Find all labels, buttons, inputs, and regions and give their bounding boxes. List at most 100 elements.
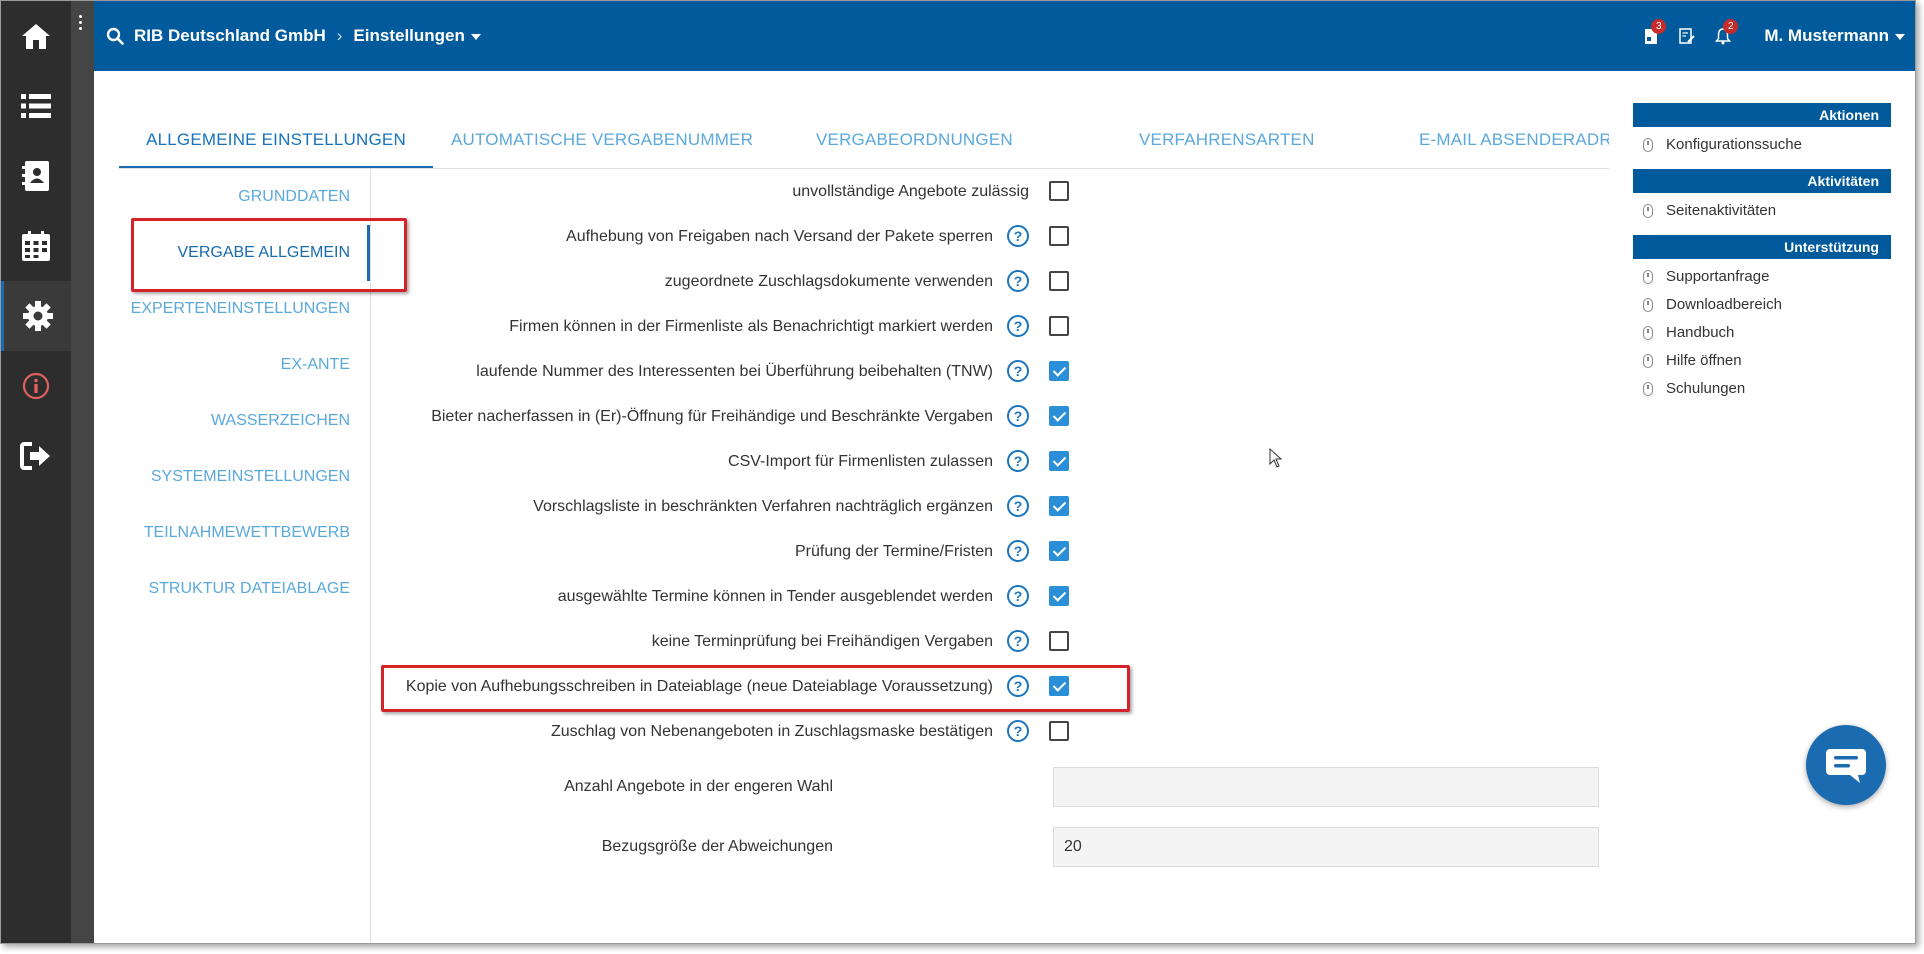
help-icon[interactable]: ? bbox=[1007, 630, 1029, 652]
help-icon[interactable]: ? bbox=[1007, 720, 1029, 742]
settings-submenu: GRUNDDATEN VERGABE ALLGEMEIN EXPERTENEINST… bbox=[118, 169, 371, 943]
submenu-item-7[interactable]: STRUKTUR DATEIABLAGE bbox=[118, 561, 370, 617]
nav-contacts-button[interactable] bbox=[1, 141, 71, 211]
sidebar-toggle[interactable] bbox=[71, 1, 94, 943]
tab-4[interactable]: E-MAIL ABSENDERADRES bbox=[1419, 119, 1609, 168]
setting-label: CSV-Import für Firmenlisten zulassen bbox=[728, 453, 993, 470]
home-icon bbox=[21, 22, 51, 50]
nav-logout-button[interactable] bbox=[1, 421, 71, 491]
setting-input[interactable] bbox=[1053, 827, 1599, 867]
panel-heading: Aktionen bbox=[1633, 103, 1891, 127]
right-panel: Aktionen Konfigurationssuche Aktivitäten Se… bbox=[1633, 103, 1891, 403]
setting-label: Bieter nacherfassen in (Er)-Öffnung für … bbox=[431, 408, 993, 425]
notifications-button[interactable]: 2 bbox=[1708, 19, 1739, 51]
tasks-badge: 3 bbox=[1651, 19, 1667, 34]
panel-link-label: Hilfe öffnen bbox=[1666, 352, 1742, 369]
panel-link[interactable]: Downloadbereich bbox=[1633, 291, 1891, 319]
user-menu[interactable]: M. Mustermann bbox=[1764, 26, 1905, 46]
panel-link-label: Downloadbereich bbox=[1666, 296, 1782, 313]
help-icon[interactable]: ? bbox=[1007, 585, 1029, 607]
info-icon bbox=[22, 372, 50, 400]
setting-checkbox[interactable] bbox=[1049, 361, 1069, 381]
panel-link[interactable]: Konfigurationssuche bbox=[1633, 131, 1891, 159]
setting-checkbox[interactable] bbox=[1049, 631, 1069, 651]
setting-label: ausgewählte Termine können in Tender aus… bbox=[557, 588, 993, 605]
panel-link[interactable]: Schulungen bbox=[1633, 375, 1891, 403]
panel-link-label: Supportanfrage bbox=[1666, 268, 1770, 285]
setting-row: Prüfung der Termine/Fristen? bbox=[381, 529, 1141, 574]
panel-link[interactable]: Handbuch bbox=[1633, 319, 1891, 347]
setting-checkbox[interactable] bbox=[1049, 451, 1069, 471]
tab-2[interactable]: VERGABEORDNUNGEN bbox=[816, 119, 1013, 168]
setting-label: Zuschlag von Nebenangeboten in Zuschlags… bbox=[550, 723, 993, 740]
nav-info-button[interactable] bbox=[1, 351, 71, 421]
setting-checkbox[interactable] bbox=[1049, 316, 1069, 336]
edit-document-icon bbox=[1679, 28, 1696, 44]
submenu-item-2[interactable]: EXPERTENEINSTELLUNGEN bbox=[118, 281, 370, 337]
notes-button[interactable] bbox=[1672, 21, 1702, 51]
chat-button[interactable] bbox=[1806, 725, 1886, 805]
setting-row: Firmen können in der Firmenliste als Ben… bbox=[381, 304, 1141, 349]
help-icon[interactable]: ? bbox=[1007, 450, 1029, 472]
panel-heading: Unterstützung bbox=[1633, 235, 1891, 259]
mouse-icon bbox=[1643, 270, 1653, 284]
setting-checkbox[interactable] bbox=[1049, 271, 1069, 291]
top-bar: RIB Deutschland GmbH › Einstellungen 3 2… bbox=[94, 1, 1915, 71]
contacts-icon bbox=[22, 160, 50, 192]
panel-link[interactable]: Supportanfrage bbox=[1633, 263, 1891, 291]
help-icon[interactable]: ? bbox=[1007, 270, 1029, 292]
panel-link-label: Konfigurationssuche bbox=[1666, 136, 1802, 153]
panel-link[interactable]: Seitenaktivitäten bbox=[1633, 197, 1891, 225]
tab-1[interactable]: AUTOMATISCHE VERGABENUMMER bbox=[451, 119, 753, 168]
panel-link-label: Schulungen bbox=[1666, 380, 1746, 397]
tab-3[interactable]: VERFAHRENSARTEN bbox=[1139, 119, 1315, 168]
setting-input[interactable] bbox=[1053, 767, 1599, 807]
help-icon[interactable]: ? bbox=[1007, 495, 1029, 517]
help-icon[interactable]: ? bbox=[1007, 360, 1029, 382]
submenu-item-0[interactable]: GRUNDDATEN bbox=[118, 169, 370, 225]
submenu-item-3[interactable]: EX-ANTE bbox=[118, 337, 370, 393]
nav-home-button[interactable] bbox=[1, 1, 71, 71]
mouse-cursor-icon bbox=[1269, 447, 1283, 473]
help-icon[interactable]: ? bbox=[1007, 315, 1029, 337]
setting-checkbox[interactable] bbox=[1049, 586, 1069, 606]
setting-checkbox[interactable] bbox=[1049, 541, 1069, 561]
breadcrumb-company[interactable]: RIB Deutschland GmbH bbox=[134, 26, 326, 46]
help-icon[interactable]: ? bbox=[1007, 405, 1029, 427]
mouse-icon bbox=[1643, 138, 1653, 152]
setting-row: zugeordnete Zuschlagsdokumente verwenden… bbox=[381, 259, 1141, 304]
help-icon[interactable]: ? bbox=[1007, 225, 1029, 247]
panel-heading: Aktivitäten bbox=[1633, 169, 1891, 193]
help-icon[interactable]: ? bbox=[1007, 675, 1029, 697]
nav-list-button[interactable] bbox=[1, 71, 71, 141]
breadcrumb-section[interactable]: Einstellungen bbox=[353, 26, 481, 46]
input-label: Anzahl Angebote in der engeren Wahl bbox=[564, 778, 833, 795]
setting-label: unvollständige Angebote zulässig bbox=[792, 183, 1029, 200]
tasks-button[interactable]: 3 bbox=[1636, 19, 1667, 51]
calendar-icon bbox=[22, 231, 50, 261]
input-row: Anzahl Angebote in der engeren Wahl bbox=[381, 765, 1601, 809]
panel-link[interactable]: Hilfe öffnen bbox=[1633, 347, 1891, 375]
notifications-badge: 2 bbox=[1723, 19, 1739, 34]
tab-0[interactable]: ALLGEMEINE EINSTELLUNGEN bbox=[119, 119, 433, 168]
logout-icon bbox=[20, 442, 52, 470]
setting-checkbox[interactable] bbox=[1049, 226, 1069, 246]
nav-gear-button[interactable] bbox=[1, 281, 71, 351]
breadcrumb: RIB Deutschland GmbH › Einstellungen bbox=[106, 1, 481, 71]
setting-row: ausgewählte Termine können in Tender aus… bbox=[381, 574, 1141, 619]
submenu-item-5[interactable]: SYSTEMEINSTELLUNGEN bbox=[118, 449, 370, 505]
submenu-item-1[interactable]: VERGABE ALLGEMEIN bbox=[118, 225, 370, 281]
help-icon[interactable]: ? bbox=[1007, 540, 1029, 562]
setting-checkbox[interactable] bbox=[1049, 181, 1069, 201]
submenu-item-4[interactable]: WASSERZEICHEN bbox=[118, 393, 370, 449]
search-icon[interactable] bbox=[106, 27, 124, 45]
nav-calendar-button[interactable] bbox=[1, 211, 71, 281]
setting-checkbox[interactable] bbox=[1049, 676, 1069, 696]
setting-checkbox[interactable] bbox=[1049, 406, 1069, 426]
list-icon bbox=[21, 93, 51, 119]
setting-checkbox[interactable] bbox=[1049, 496, 1069, 516]
setting-checkbox[interactable] bbox=[1049, 721, 1069, 741]
gear-icon bbox=[22, 300, 54, 332]
setting-row: Kopie von Aufhebungsschreiben in Dateiab… bbox=[381, 664, 1141, 709]
submenu-item-6[interactable]: TEILNAHMEWETTBEWERB bbox=[118, 505, 370, 561]
